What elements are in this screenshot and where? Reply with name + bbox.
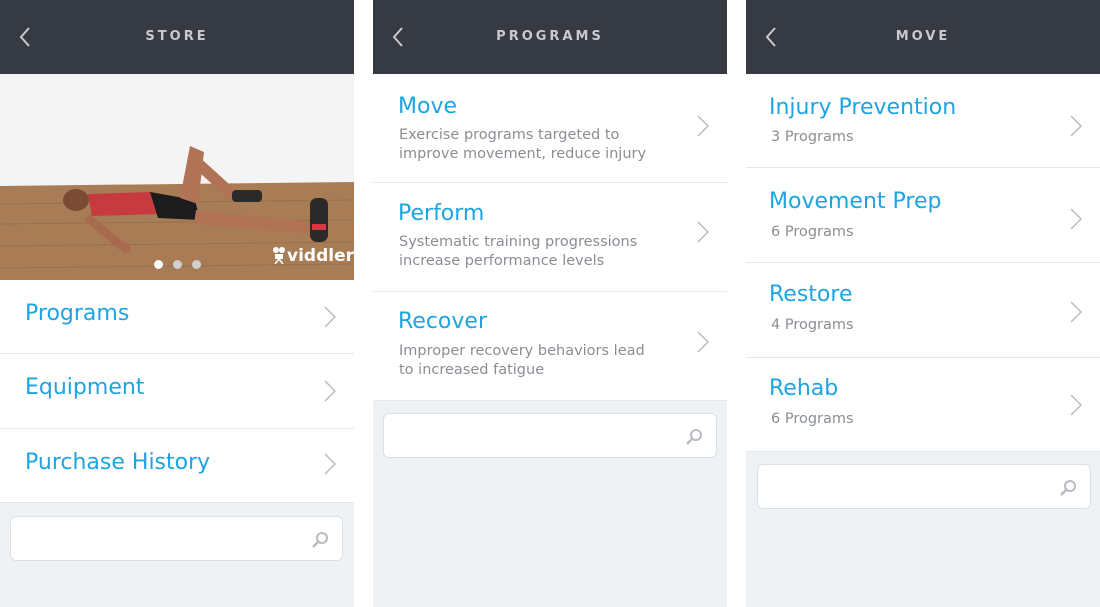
move-item-restore[interactable]: Restore 4 Programs bbox=[746, 263, 1100, 358]
chevron-right-icon bbox=[324, 453, 336, 475]
search-input[interactable] bbox=[768, 475, 1038, 499]
program-item-description: Improper recovery behaviors lead to incre… bbox=[399, 342, 645, 380]
chevron-right-icon bbox=[324, 380, 336, 402]
store-item-label: Purchase History bbox=[25, 450, 211, 475]
chevron-right-icon bbox=[1070, 394, 1082, 416]
page-title: MOVE bbox=[895, 29, 951, 44]
program-item-description: Exercise programs targeted to improve mov… bbox=[399, 126, 646, 164]
store-item-purchase-history[interactable]: Purchase History bbox=[0, 429, 354, 503]
chevron-right-icon bbox=[697, 115, 709, 137]
move-item-label: Movement Prep bbox=[769, 189, 942, 214]
move-header: MOVE bbox=[746, 0, 1100, 74]
carousel-dot[interactable] bbox=[191, 260, 201, 269]
program-count: 6 Programs bbox=[771, 411, 854, 427]
move-item-label: Injury Prevention bbox=[769, 95, 957, 120]
program-item-label: Recover bbox=[398, 309, 487, 334]
search-bar[interactable] bbox=[757, 464, 1091, 509]
chevron-right-icon bbox=[697, 221, 709, 243]
move-item-injury-prevention[interactable]: Injury Prevention 3 Programs bbox=[746, 74, 1100, 168]
hero-carousel[interactable]: viddler bbox=[0, 74, 354, 280]
move-item-label: Restore bbox=[769, 282, 853, 307]
program-item-label: Move bbox=[398, 94, 457, 119]
store-header: STORE bbox=[0, 0, 354, 74]
search-icon[interactable] bbox=[312, 531, 330, 549]
description-line: Systematic training progressions bbox=[399, 234, 638, 250]
carousel-dot[interactable] bbox=[153, 260, 163, 269]
camera-icon bbox=[273, 247, 285, 264]
search-input[interactable] bbox=[394, 424, 664, 448]
description-line: to increased fatigue bbox=[399, 362, 545, 378]
store-screen: STORE viddler Programs Equipment Purchas… bbox=[0, 0, 354, 607]
description-line: Improper recovery behaviors lead bbox=[399, 343, 645, 359]
program-item-description: Systematic training progressions increase… bbox=[399, 233, 637, 271]
search-bar[interactable] bbox=[10, 516, 343, 561]
store-item-programs[interactable]: Programs bbox=[0, 280, 354, 354]
search-icon[interactable] bbox=[686, 428, 704, 446]
page-title: PROGRAMS bbox=[496, 29, 604, 44]
store-item-label: Equipment bbox=[25, 375, 145, 400]
program-count: 6 Programs bbox=[771, 224, 854, 240]
program-count: 4 Programs bbox=[771, 317, 854, 333]
description-line: improve movement, reduce injury bbox=[399, 146, 647, 162]
move-item-label: Rehab bbox=[769, 376, 839, 401]
watermark-text: viddler bbox=[287, 246, 354, 266]
chevron-right-icon bbox=[697, 331, 709, 353]
program-item-perform[interactable]: Perform Systematic training progressions… bbox=[373, 183, 727, 292]
programs-screen: PROGRAMS Move Exercise programs targeted… bbox=[373, 0, 727, 607]
search-input[interactable] bbox=[21, 527, 291, 551]
program-item-recover[interactable]: Recover Improper recovery behaviors lead… bbox=[373, 292, 727, 401]
program-count: 3 Programs bbox=[771, 129, 854, 145]
page-title: STORE bbox=[145, 29, 209, 44]
store-item-equipment[interactable]: Equipment bbox=[0, 354, 354, 429]
move-item-rehab[interactable]: Rehab 6 Programs bbox=[746, 358, 1100, 452]
description-line: Exercise programs targeted to bbox=[399, 127, 620, 143]
search-icon[interactable] bbox=[1060, 479, 1078, 497]
chevron-right-icon bbox=[1070, 115, 1082, 137]
chevron-right-icon bbox=[1070, 301, 1082, 323]
watermark-logo: viddler bbox=[272, 246, 354, 266]
move-item-movement-prep[interactable]: Movement Prep 6 Programs bbox=[746, 168, 1100, 263]
program-item-label: Perform bbox=[398, 201, 485, 226]
carousel-dot[interactable] bbox=[172, 260, 182, 269]
chevron-right-icon bbox=[324, 306, 336, 328]
chevron-right-icon bbox=[1070, 208, 1082, 230]
program-item-move[interactable]: Move Exercise programs targeted to improv… bbox=[373, 74, 727, 183]
search-bar[interactable] bbox=[383, 413, 717, 458]
store-item-label: Programs bbox=[25, 301, 130, 326]
description-line: increase performance levels bbox=[399, 253, 605, 269]
move-screen: MOVE Injury Prevention 3 Programs Moveme… bbox=[746, 0, 1100, 607]
programs-header: PROGRAMS bbox=[373, 0, 727, 74]
